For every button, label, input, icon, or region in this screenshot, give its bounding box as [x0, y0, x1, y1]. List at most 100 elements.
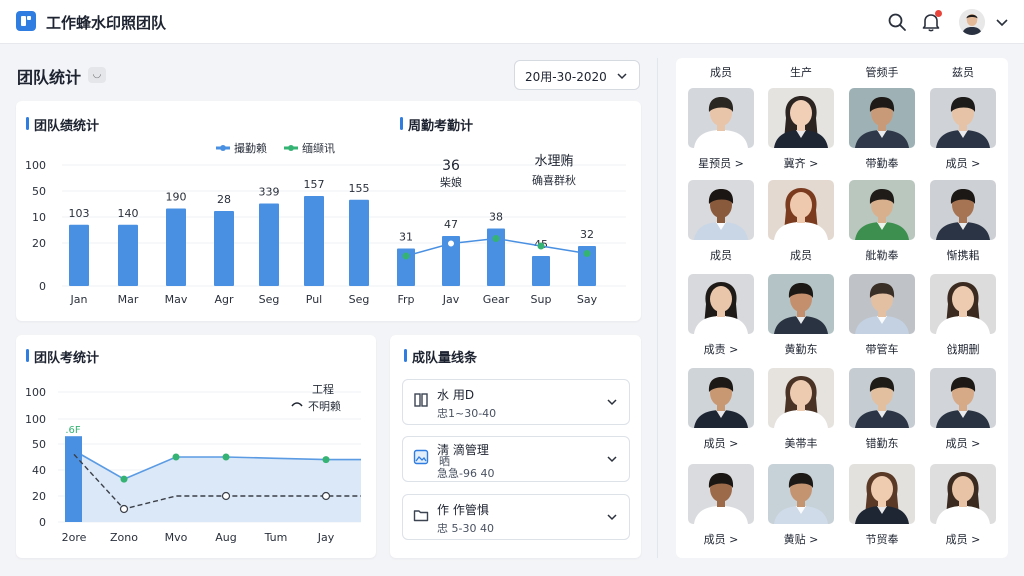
member-photo[interactable]	[849, 274, 915, 334]
member-photo[interactable]	[688, 88, 754, 148]
bar-value-label: 38	[489, 211, 503, 224]
x-tick-label: 2ore	[62, 531, 87, 544]
member-photo[interactable]	[849, 88, 915, 148]
area-point	[120, 475, 128, 483]
legend-swatch-dot	[220, 145, 226, 151]
member-sub: 忠1~30-40	[437, 407, 497, 420]
bar-mar	[118, 224, 138, 286]
member-photo-label: 节贸奉	[865, 533, 899, 546]
member-name: 作 作管惧	[437, 503, 489, 517]
member-photo-label: 成员 >	[945, 157, 981, 170]
member-photo[interactable]	[930, 180, 996, 240]
member-photo-label: 成员 >	[703, 437, 739, 450]
bar-agr	[214, 211, 234, 286]
member-photo[interactable]	[930, 88, 996, 148]
legend-label: 撮勤赖	[234, 141, 267, 155]
y-tick-label: 40	[32, 464, 46, 477]
user-avatar[interactable]	[959, 9, 985, 35]
chevron-down-icon[interactable]	[991, 11, 1013, 33]
member-photo-label: 星预员 >	[698, 157, 744, 170]
legend-swatch-dot	[288, 145, 294, 151]
member-photo[interactable]	[768, 464, 834, 524]
member-photo[interactable]	[768, 88, 834, 148]
member-entry[interactable]: 水 用D 忠1~30-40	[402, 379, 630, 425]
member-photo[interactable]	[849, 368, 915, 428]
area-fill	[74, 450, 361, 522]
y-tick-label: 100	[25, 159, 46, 172]
x-tick-label: Seg	[259, 293, 280, 306]
bar-value-label: 155	[349, 182, 370, 195]
area-point	[222, 453, 230, 461]
bar-value-label: .6F	[65, 425, 81, 436]
bar-highlight	[65, 436, 82, 522]
area-point	[322, 456, 330, 464]
member-entry[interactable]: 淸 滴管理 晒 急急-96 40	[402, 436, 630, 482]
member-sub: 急急-96 40	[437, 467, 495, 480]
legend-label: 不明赖	[308, 400, 341, 413]
chevron-down-icon[interactable]	[605, 510, 619, 524]
x-tick-label: Mar	[118, 293, 139, 306]
member-photo-label: 黄贴 >	[783, 533, 819, 546]
bar-value-label: 32	[580, 228, 594, 241]
member-photo-label: 冀齐 >	[783, 157, 819, 170]
bar-value-label: 157	[304, 178, 325, 191]
date-range-select[interactable]: 20用-30-2020	[514, 60, 640, 90]
x-tick-label: Aug	[215, 531, 236, 544]
member-photo[interactable]	[688, 368, 754, 428]
bar-value-label: 339	[259, 186, 280, 199]
legend-label: 缅缬讯	[302, 141, 335, 155]
member-photo-label: 成员 >	[703, 533, 739, 546]
bar-value-label: 190	[166, 191, 187, 204]
trend-point	[537, 242, 545, 250]
image-icon	[413, 449, 429, 465]
bar-value-label: 28	[217, 193, 231, 206]
app-title: 工作蜂水印照团队	[46, 14, 167, 32]
chevron-down-icon	[617, 73, 627, 80]
member-photo[interactable]	[930, 368, 996, 428]
trend-point	[447, 239, 455, 248]
bar-value-label: 47	[444, 218, 458, 231]
chevron-down-icon[interactable]	[605, 395, 619, 409]
x-tick-label: Mvo	[165, 531, 188, 544]
x-tick-label: Pul	[306, 293, 322, 306]
bar-seg	[349, 199, 369, 286]
stat-label: 确喜群秋	[532, 173, 576, 187]
bar-value-label: 31	[399, 231, 413, 244]
date-range-value: 20用-30-2020	[525, 70, 607, 84]
stats-card-bottom: 团队考统计 100 100 50 40 20 0 工程 不明赖 .6F 2ore Zono Mvo Au…	[16, 335, 376, 558]
member-photo[interactable]	[768, 180, 834, 240]
bar-mav	[166, 208, 186, 286]
member-photo-label: 带管车	[865, 343, 899, 356]
grid-header-label: 成员	[710, 66, 732, 79]
chevron-down-icon[interactable]	[605, 452, 619, 466]
member-photo[interactable]	[849, 464, 915, 524]
member-photo-label: 惭携耜	[946, 249, 980, 262]
x-tick-label: Jav	[442, 293, 460, 306]
x-tick-label: Say	[577, 293, 598, 306]
member-photo[interactable]	[930, 464, 996, 524]
member-photo[interactable]	[768, 368, 834, 428]
x-tick-label: Frp	[397, 293, 414, 306]
members-card-title: 成队量线条	[404, 347, 477, 366]
member-photo[interactable]	[688, 274, 754, 334]
grid-header-label: 管频手	[865, 66, 899, 79]
member-photo[interactable]	[688, 180, 754, 240]
search-icon[interactable]	[886, 11, 908, 33]
member-photo[interactable]	[688, 464, 754, 524]
member-photo-label: 成员	[710, 249, 732, 262]
member-photo-label: 错勤东	[865, 437, 899, 450]
member-photo[interactable]	[849, 180, 915, 240]
stat-label: 柴娘	[440, 175, 462, 189]
trend-point	[583, 250, 591, 257]
bar-chart-team: 100 50 10 20 0 撮勤赖 缅缬讯 103 Jan 140 Mar 190 Mav 28 Agr 3…	[25, 141, 626, 306]
title-info-icon[interactable]: ◡	[88, 67, 106, 83]
trend-point	[492, 235, 500, 242]
x-tick-label: Seg	[349, 293, 370, 306]
stats-card-top: 团队绩统计 周勤考勤计 100 50 10 20 0 撮勤赖 缅缬讯 103 Jan 140 Mar…	[16, 101, 641, 321]
book-icon	[414, 393, 428, 407]
member-photo[interactable]	[930, 274, 996, 334]
member-photo[interactable]	[768, 274, 834, 334]
x-tick-label: Sup	[531, 293, 552, 306]
member-entry[interactable]: 作 作管惧 忠 5-30 40	[402, 494, 630, 540]
grid-header-label: 兹员	[952, 66, 974, 79]
